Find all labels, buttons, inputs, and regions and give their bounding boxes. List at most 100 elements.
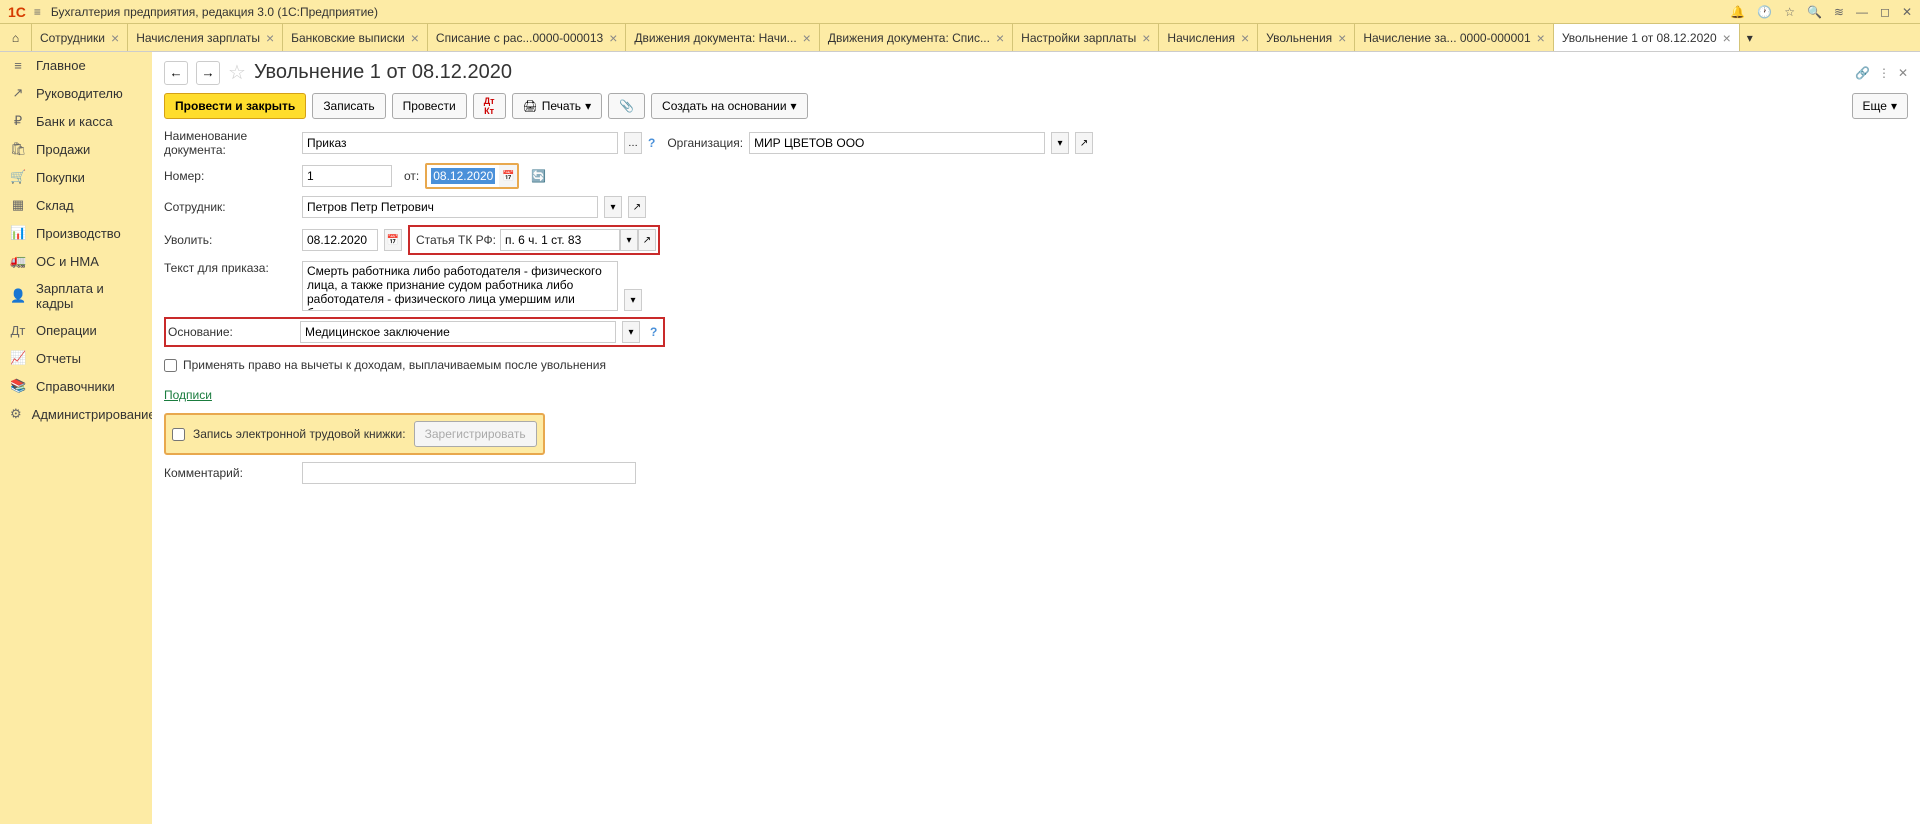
sidebar-item-hr[interactable]: 👤Зарплата и кадры [0, 275, 152, 317]
calendar-icon[interactable]: 📅 [384, 229, 402, 251]
label-from: от: [404, 169, 419, 183]
sidebar-item-sales[interactable]: 🛍Продажи [0, 135, 152, 163]
maximize-icon[interactable]: ◻ [1880, 5, 1890, 19]
close-icon[interactable]: × [1723, 30, 1731, 46]
more-button[interactable]: Еще ▾ [1852, 93, 1908, 119]
register-button[interactable]: Зарегистрировать [414, 421, 537, 447]
clip-icon: 📎 [619, 99, 634, 113]
comment-input[interactable] [302, 462, 636, 484]
sidebar-item-admin[interactable]: ⚙Администрирование [0, 400, 152, 428]
open-icon[interactable]: ↗ [638, 229, 656, 251]
deductions-checkbox[interactable] [164, 359, 177, 372]
close-icon[interactable]: × [266, 30, 274, 46]
employee-input[interactable] [302, 196, 598, 218]
number-input[interactable] [302, 165, 392, 187]
tab-item[interactable]: Банковские выписки× [283, 24, 428, 51]
tab-item[interactable]: Начисления× [1159, 24, 1258, 51]
form: Наименование документа: … ? Организация:… [164, 129, 1908, 485]
label-org: Организация: [667, 136, 743, 150]
dropdown-icon[interactable]: ▾ [622, 321, 640, 343]
open-icon[interactable]: ↗ [1075, 132, 1093, 154]
close-app-icon[interactable]: ✕ [1902, 5, 1912, 19]
dtkt-button[interactable]: ДтКт [473, 93, 506, 119]
dropdown-icon[interactable]: ▾ [620, 229, 638, 251]
basis-input[interactable] [300, 321, 616, 343]
sidebar-item-purchases[interactable]: 🛒Покупки [0, 163, 152, 191]
tab-item[interactable]: Увольнения× [1258, 24, 1355, 51]
close-icon[interactable]: × [411, 30, 419, 46]
close-icon[interactable]: × [111, 30, 119, 46]
tab-home[interactable]: ⌂ [0, 24, 32, 51]
bag-icon: 🛍 [10, 141, 26, 157]
dropdown-icon[interactable]: ▾ [624, 289, 642, 311]
post-close-button[interactable]: Провести и закрыть [164, 93, 306, 119]
tabs-bar: ⌂ Сотрудники× Начисления зарплаты× Банко… [0, 24, 1920, 52]
dismiss-date-input[interactable] [302, 229, 378, 251]
sidebar-item-assets[interactable]: 🚛ОС и НМА [0, 247, 152, 275]
nav-back-button[interactable]: ← [164, 61, 188, 85]
history-icon[interactable]: 🕐 [1757, 5, 1772, 19]
nav-forward-button[interactable]: → [196, 61, 220, 85]
bell-icon[interactable]: 🔔 [1730, 5, 1745, 19]
help-icon[interactable]: ? [646, 325, 661, 339]
attach-button[interactable]: 📎 [608, 93, 645, 119]
sidebar-item-bank[interactable]: ₽Банк и касса [0, 107, 152, 135]
sidebar-item-directories[interactable]: 📚Справочники [0, 372, 152, 400]
link-icon[interactable]: 🔗 [1855, 66, 1870, 80]
create-based-button[interactable]: Создать на основании ▾ [651, 93, 808, 119]
docname-input[interactable] [302, 132, 618, 154]
app-titlebar: 1С ≡ Бухгалтерия предприятия, редакция 3… [0, 0, 1920, 24]
ebook-checkbox[interactable] [172, 428, 185, 441]
expand-icon[interactable]: … [624, 132, 642, 154]
sidebar-item-label: Главное [36, 58, 86, 73]
save-button[interactable]: Записать [312, 93, 385, 119]
print-button[interactable]: 🖨Печать▾ [512, 93, 603, 119]
tab-item[interactable]: Списание с рас...0000-000013× [428, 24, 626, 51]
tab-item[interactable]: Сотрудники× [32, 24, 128, 51]
tab-item[interactable]: Начисление за... 0000-000001× [1355, 24, 1553, 51]
close-icon[interactable]: × [1537, 30, 1545, 46]
sidebar-item-label: Руководителю [36, 86, 123, 101]
article-input[interactable] [500, 229, 620, 251]
sidebar-item-manager[interactable]: ↗Руководителю [0, 79, 152, 107]
close-icon[interactable]: × [996, 30, 1004, 46]
refresh-icon[interactable]: 🔄 [531, 169, 546, 183]
signatures-link[interactable]: Подписи [164, 388, 212, 402]
close-page-icon[interactable]: ✕ [1898, 66, 1908, 80]
tab-item-active[interactable]: Увольнение 1 от 08.12.2020 × [1554, 24, 1740, 51]
help-icon[interactable]: ? [648, 136, 655, 150]
search-icon[interactable]: 🔍 [1807, 5, 1822, 19]
tab-item[interactable]: Движения документа: Спис...× [820, 24, 1013, 51]
sidebar-item-production[interactable]: 📊Производство [0, 219, 152, 247]
sidebar-item-main[interactable]: ≡Главное [0, 52, 152, 79]
tab-item[interactable]: Настройки зарплаты× [1013, 24, 1159, 51]
dropdown-icon[interactable]: ▾ [604, 196, 622, 218]
close-icon[interactable]: × [1241, 30, 1249, 46]
app-logo: 1С [8, 4, 26, 20]
person-icon: 👤 [10, 288, 26, 304]
favorite-icon[interactable]: ☆ [228, 60, 246, 85]
org-input[interactable] [749, 132, 1045, 154]
minimize-icon[interactable]: — [1856, 5, 1868, 19]
calendar-icon[interactable]: 📅 [499, 165, 517, 187]
close-icon[interactable]: × [1338, 30, 1346, 46]
tab-item[interactable]: Движения документа: Начи...× [626, 24, 819, 51]
close-icon[interactable]: × [803, 30, 811, 46]
order-text-input[interactable]: Смерть работника либо работодателя - физ… [302, 261, 618, 311]
dropdown-icon[interactable]: ▾ [1051, 132, 1069, 154]
sidebar-item-operations[interactable]: ДтОперации [0, 317, 152, 344]
tab-item[interactable]: Начисления зарплаты× [128, 24, 283, 51]
settings-icon[interactable]: ≋ [1834, 5, 1844, 19]
more-icon[interactable]: ⋮ [1878, 66, 1890, 80]
sidebar-item-warehouse[interactable]: ▦Склад [0, 191, 152, 219]
tabs-dropdown[interactable]: ▾ [1740, 24, 1760, 51]
open-icon[interactable]: ↗ [628, 196, 646, 218]
post-button[interactable]: Провести [392, 93, 467, 119]
star-icon[interactable]: ☆ [1784, 5, 1795, 19]
tab-label: Увольнение 1 от 08.12.2020 [1562, 31, 1717, 45]
date-input[interactable]: 08.12.2020 [427, 166, 499, 186]
main-menu-icon[interactable]: ≡ [34, 5, 41, 19]
sidebar-item-reports[interactable]: 📈Отчеты [0, 344, 152, 372]
close-icon[interactable]: × [609, 30, 617, 46]
close-icon[interactable]: × [1142, 30, 1150, 46]
